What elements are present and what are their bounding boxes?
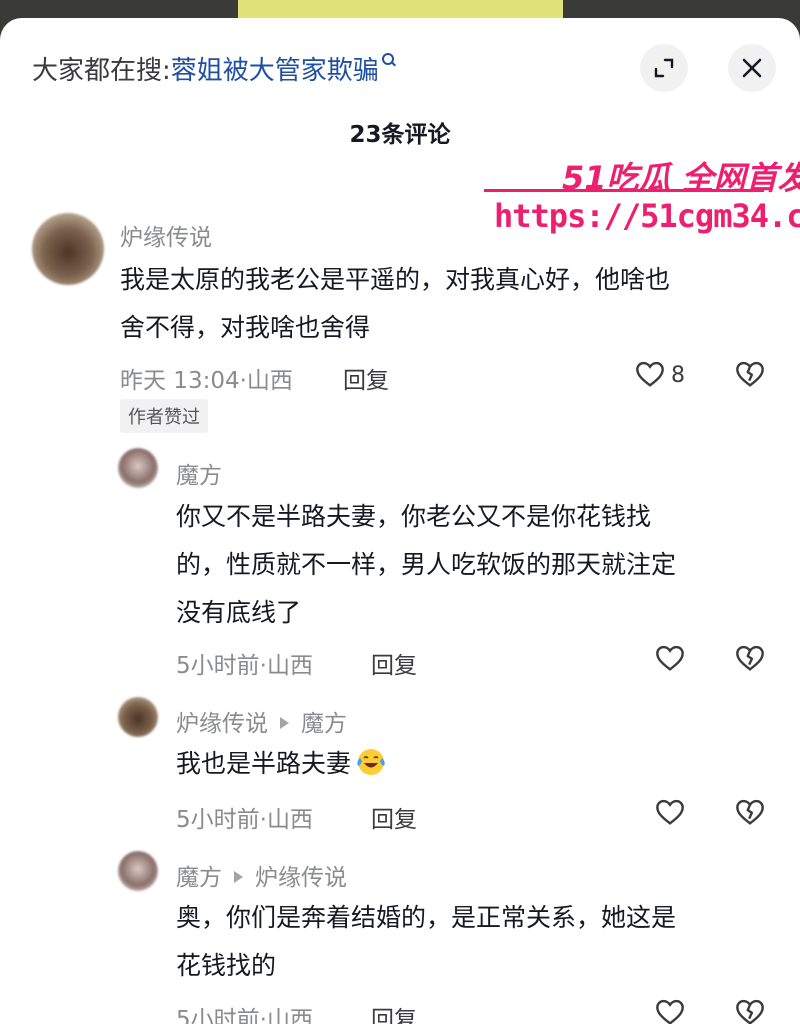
search-icon: [381, 53, 396, 67]
reply-button[interactable]: 回复: [371, 1000, 417, 1024]
reply-meta: 5小时前·山西: [176, 1007, 313, 1024]
heart-icon[interactable]: [654, 642, 686, 674]
heart-icon[interactable]: [654, 996, 686, 1024]
reply-text: 你又不是半路夫妻，你老公又不是你花钱找 的，性质就不一样，男人吃软饭的那天就注定…: [176, 493, 776, 637]
broken-heart-icon[interactable]: [734, 996, 766, 1024]
watermark-title: 51吃瓜 全网首发: [562, 159, 800, 197]
reply-button[interactable]: 回复: [343, 361, 389, 395]
reply-to-username[interactable]: 魔方: [301, 711, 347, 737]
watermark: 51吃瓜 全网首发 https://51cgm34.com: [484, 153, 800, 243]
reply-text-line: 奥，你们是奔着结婚的，是正常关系，她这是: [176, 903, 677, 932]
reply-text-line: 的，性质就不一样，男人吃软饭的那天就注定: [176, 550, 677, 579]
watermark-url: https://51cgm34.com: [494, 197, 800, 235]
like-count: 8: [671, 363, 685, 388]
reply-text: 我也是半路夫妻: [176, 740, 776, 788]
reply-text-line: 花钱找的: [176, 951, 277, 980]
comment-text-line: 我是太原的我老公是平遥的，对我真心好，他啥也: [120, 265, 671, 294]
reply-to-username[interactable]: 炉缘传说: [255, 865, 347, 891]
reply-meta: 5小时前·山西: [176, 653, 313, 679]
close-button[interactable]: [728, 44, 776, 92]
trending-search-bar[interactable]: 大家都在搜:蓉姐被大管家欺骗: [32, 50, 396, 87]
reply-button[interactable]: 回复: [371, 800, 417, 834]
avatar[interactable]: [118, 851, 158, 891]
broken-heart-icon[interactable]: [734, 358, 766, 390]
heart-icon[interactable]: [654, 796, 686, 828]
author-liked-badge: 作者赞过: [120, 399, 208, 433]
heart-icon[interactable]: [634, 358, 666, 390]
reply-text-line: 你又不是半路夫妻，你老公又不是你花钱找: [176, 502, 652, 531]
reply-username-line: 炉缘传说 魔方: [176, 704, 347, 738]
comment-count-title: 23条评论: [349, 122, 451, 148]
trending-search-prefix: 大家都在搜:: [32, 56, 171, 86]
comments-sheet: 大家都在搜:蓉姐被大管家欺骗 23条评论 51吃瓜 全网首发 https://5…: [0, 18, 800, 1024]
reply-text-line: 我也是半路夫妻: [176, 749, 352, 778]
expand-button[interactable]: [640, 44, 688, 92]
avatar[interactable]: [118, 448, 158, 488]
comment-text-line: 舍不得，对我啥也舍得: [120, 313, 371, 342]
broken-heart-icon[interactable]: [734, 796, 766, 828]
laughing-crying-emoji-icon: [357, 749, 385, 775]
expand-icon: [654, 58, 674, 78]
reply-text: 奥，你们是奔着结婚的，是正常关系，她这是 花钱找的: [176, 894, 776, 990]
reply-to-arrow-icon: [234, 871, 243, 883]
avatar[interactable]: [32, 213, 104, 285]
comment-username[interactable]: 炉缘传说: [120, 218, 212, 252]
reply-username[interactable]: 魔方: [176, 865, 222, 891]
trending-search-term[interactable]: 蓉姐被大管家欺骗: [171, 56, 379, 86]
reply-text-line: 没有底线了: [176, 598, 302, 627]
reply-button[interactable]: 回复: [371, 646, 417, 680]
comment-meta: 昨天 13:04·山西: [120, 368, 293, 394]
close-icon: [742, 58, 762, 78]
reply-username[interactable]: 炉缘传说: [176, 711, 268, 737]
reply-to-arrow-icon: [280, 717, 289, 729]
reply-username[interactable]: 魔方: [176, 456, 222, 490]
watermark-divider: [484, 189, 764, 192]
avatar[interactable]: [118, 697, 158, 737]
reply-meta: 5小时前·山西: [176, 807, 313, 833]
reply-username-line: 魔方 炉缘传说: [176, 858, 347, 892]
broken-heart-icon[interactable]: [734, 642, 766, 674]
comment-text: 我是太原的我老公是平遥的，对我真心好，他啥也 舍不得，对我啥也舍得: [120, 256, 780, 352]
